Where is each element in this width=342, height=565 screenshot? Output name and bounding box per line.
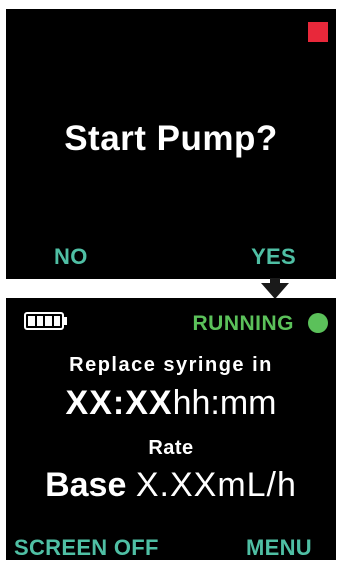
yes-softkey[interactable]: YES (251, 244, 296, 270)
no-softkey[interactable]: NO (54, 244, 88, 270)
battery-full-icon (24, 312, 64, 330)
running-screen: RUNNING Replace syringe in XX:XXhh:mm Ra… (6, 298, 336, 560)
status-label: RUNNING (192, 312, 294, 335)
battery-terminal (64, 317, 67, 325)
status-dot-icon (308, 313, 328, 333)
start-pump-screen: Start Pump? NO YES (6, 9, 336, 279)
stop-square-icon (308, 22, 328, 42)
rate-prefix: Base (45, 466, 127, 504)
rate-label: Rate (148, 437, 194, 459)
arrow-down-icon (261, 283, 289, 299)
start-pump-prompt: Start Pump? (64, 119, 278, 158)
replace-syringe-label: Replace syringe in (69, 354, 273, 376)
rate-unit: mL/h (217, 466, 297, 504)
time-remaining: XX:XXhh:mm (6, 384, 336, 423)
rate-value: X.XX (135, 466, 218, 504)
time-unit: hh:mm (172, 384, 277, 422)
time-value: XX:XX (65, 384, 173, 422)
rate-readout: Base X.XXmL/h (6, 466, 336, 505)
menu-softkey[interactable]: MENU (246, 535, 312, 561)
screen-off-softkey[interactable]: SCREEN OFF (14, 535, 159, 561)
